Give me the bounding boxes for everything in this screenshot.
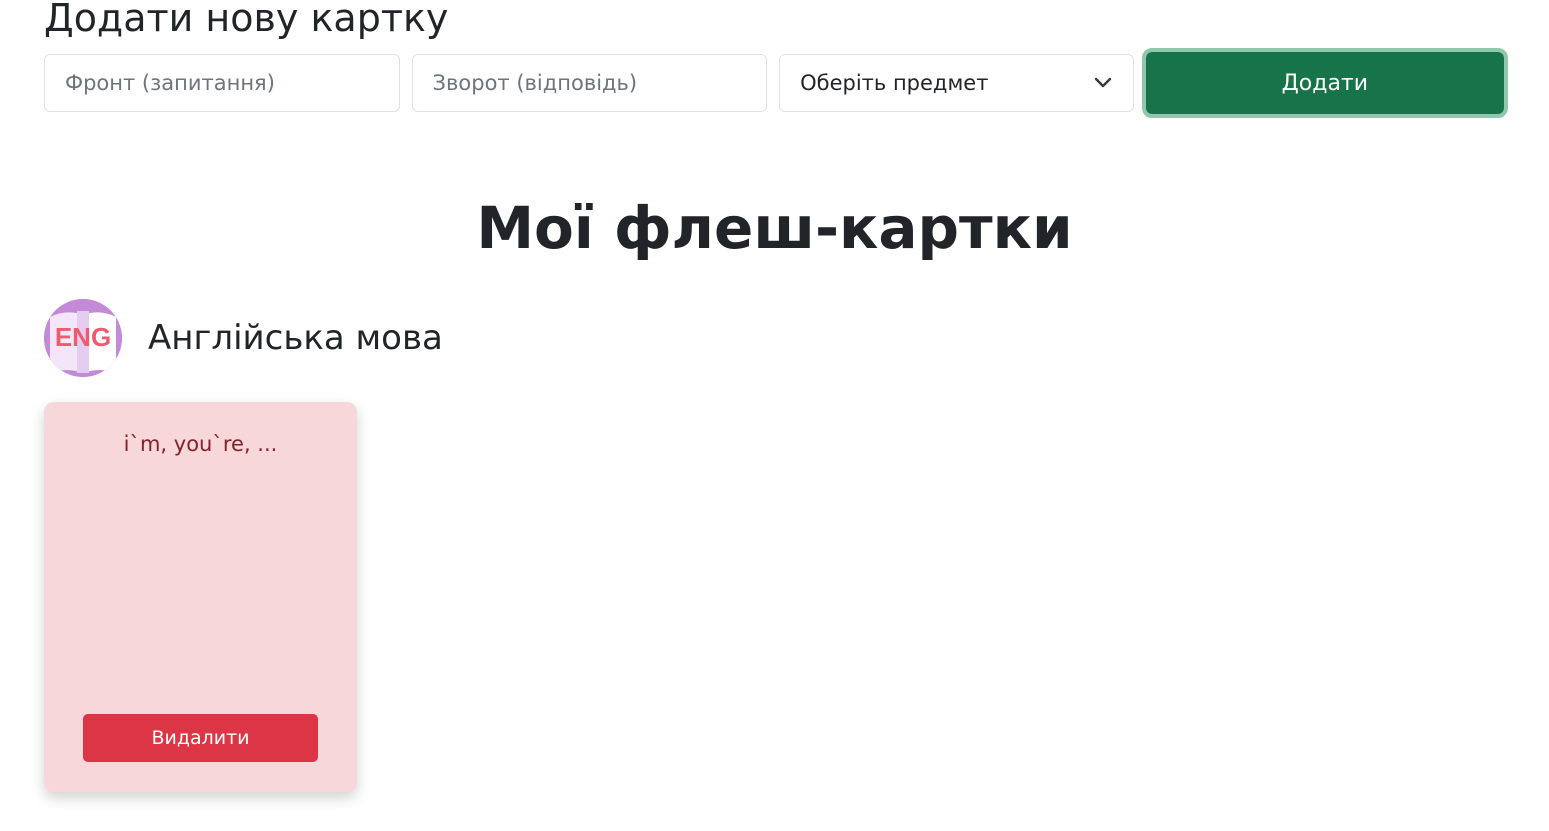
eng-book-icon: ENG	[44, 299, 122, 377]
add-card-form: Оберіть предмет Додати	[44, 48, 1508, 118]
page-title: Мої флеш-картки	[476, 194, 1073, 262]
back-input[interactable]	[411, 54, 768, 112]
subject-header: ENG Англійська мова	[44, 298, 443, 378]
flashcards-page: Додати нову картку Оберіть предмет Додат…	[0, 0, 1549, 831]
add-card-button[interactable]: Додати	[1145, 52, 1504, 114]
subject-name: Англійська мова	[148, 318, 443, 358]
delete-card-button[interactable]: Видалити	[83, 714, 318, 762]
add-button-focus-ring: Додати	[1141, 48, 1508, 118]
subject-select-value: Оберіть предмет	[800, 71, 989, 95]
eng-icon-text: ENG	[55, 322, 111, 352]
front-input[interactable]	[44, 54, 400, 112]
add-card-title: Додати нову картку	[44, 0, 449, 40]
flashcard[interactable]: i`m, you`re, ... Видалити	[44, 402, 357, 792]
flashcard-front-text: i`m, you`re, ...	[123, 432, 278, 456]
chevron-down-icon	[1093, 73, 1113, 93]
subject-select[interactable]: Оберіть предмет	[779, 54, 1134, 112]
